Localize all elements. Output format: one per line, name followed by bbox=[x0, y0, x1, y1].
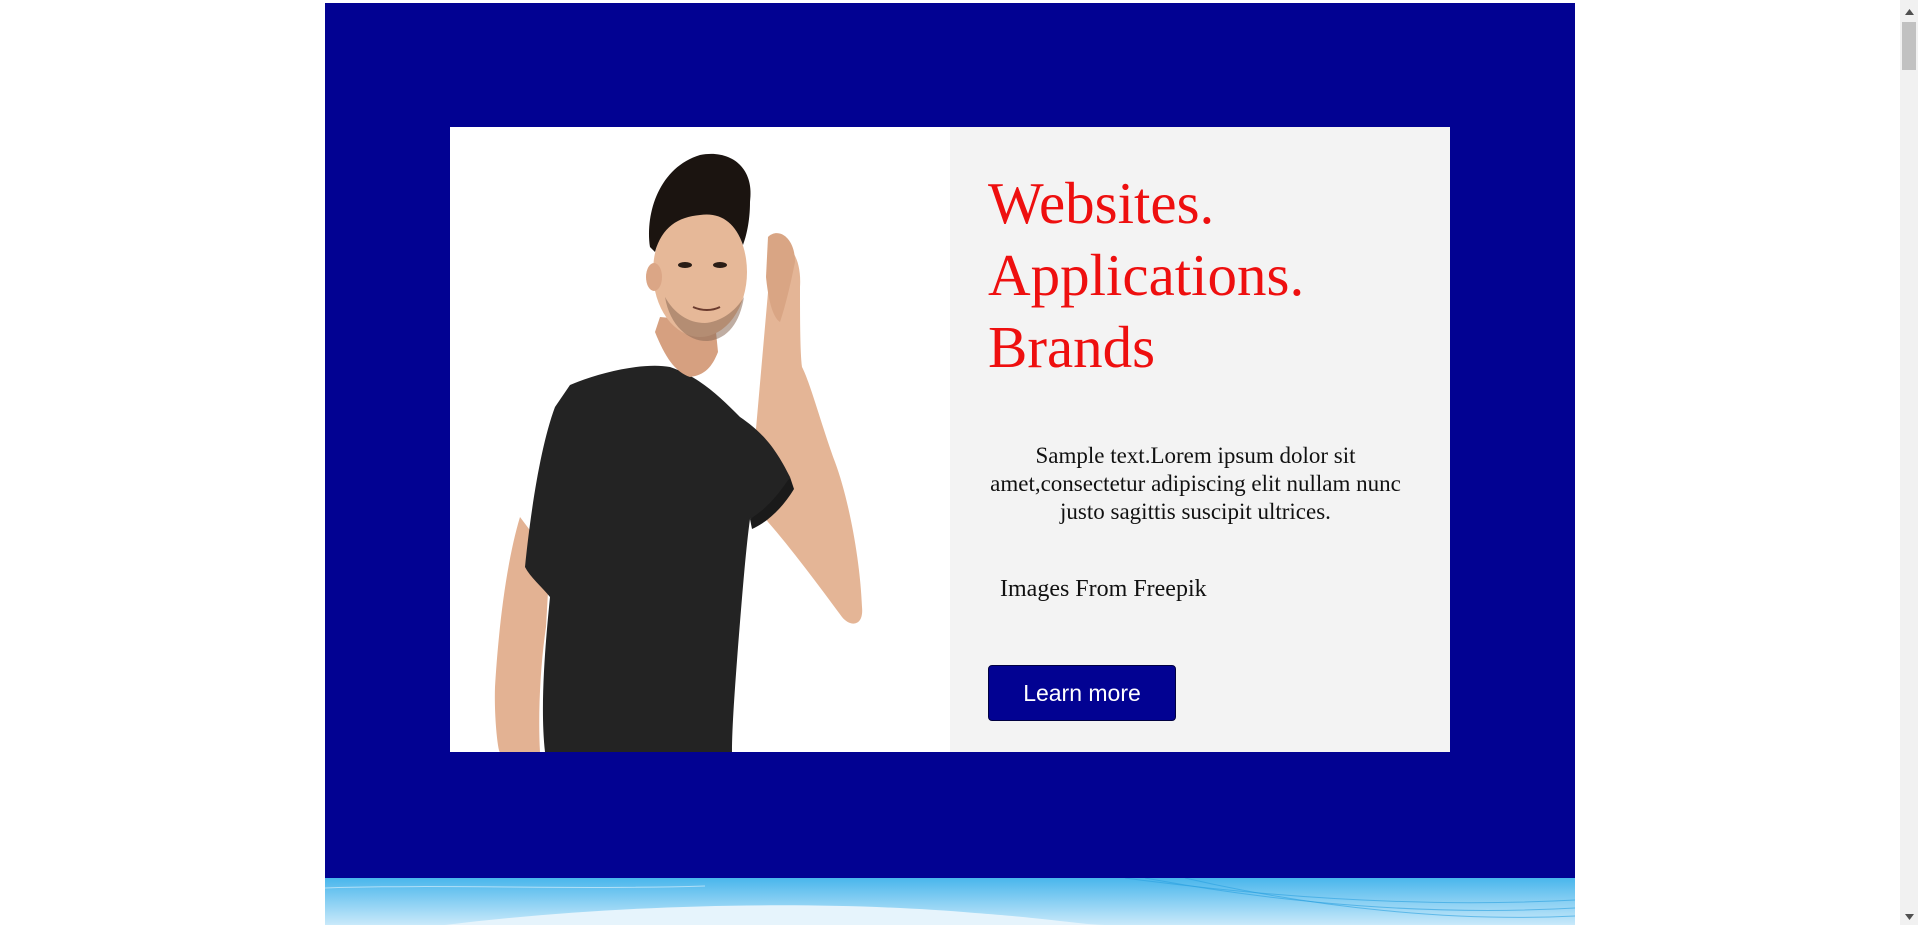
hero-headline: Websites. Applications. Brands bbox=[988, 167, 1428, 383]
scroll-down-button[interactable] bbox=[1900, 908, 1918, 925]
hero-card: Websites. Applications. Brands Sample te… bbox=[450, 127, 1450, 752]
chevron-down-icon bbox=[1904, 913, 1914, 920]
wave-pattern-icon bbox=[325, 878, 1575, 925]
hero-body-text: Sample text.Lorem ipsum dolor sit amet,c… bbox=[990, 443, 1401, 524]
page: Websites. Applications. Brands Sample te… bbox=[0, 0, 1900, 925]
headline-line-applications: Applications. bbox=[988, 242, 1305, 308]
page-scrollbar[interactable] bbox=[1900, 0, 1918, 925]
headline-line-websites: Websites. bbox=[988, 170, 1215, 236]
hero-section: Websites. Applications. Brands Sample te… bbox=[325, 3, 1575, 878]
scrollbar-thumb[interactable] bbox=[1902, 22, 1916, 70]
hero-text-panel: Websites. Applications. Brands Sample te… bbox=[950, 127, 1450, 752]
next-section-wave-background bbox=[325, 878, 1575, 925]
hero-image bbox=[450, 127, 950, 752]
scroll-up-button[interactable] bbox=[1900, 3, 1918, 20]
image-credit: Images From Freepik bbox=[1000, 576, 1207, 602]
learn-more-button[interactable]: Learn more bbox=[988, 665, 1176, 721]
man-listening-photo-icon bbox=[450, 127, 950, 752]
chevron-up-icon bbox=[1904, 8, 1914, 15]
headline-line-brands: Brands bbox=[988, 314, 1156, 380]
